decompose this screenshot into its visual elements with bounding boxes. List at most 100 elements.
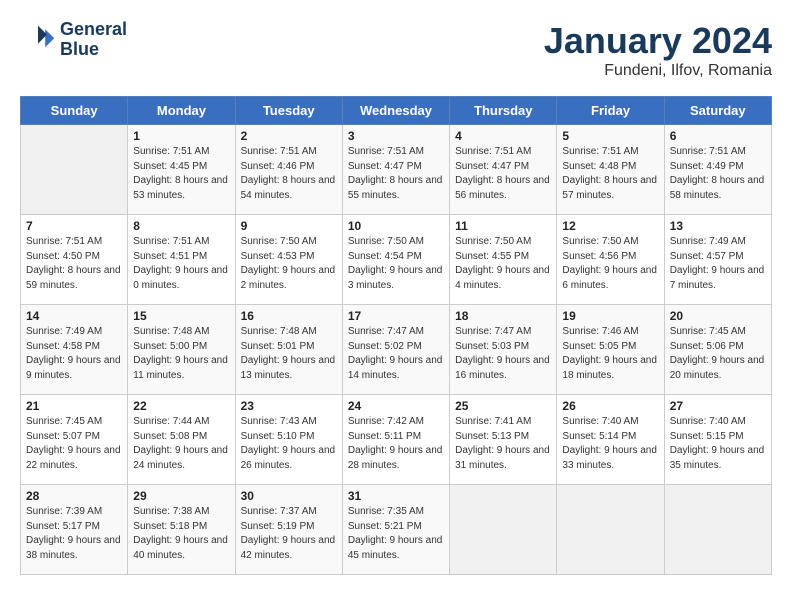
calendar-cell: 10 Sunrise: 7:50 AMSunset: 4:54 PMDayligh…: [342, 215, 449, 305]
day-number: 21: [26, 399, 122, 413]
page-header: General Blue January 2024 Fundeni, Ilfov…: [20, 20, 772, 80]
day-info: Sunrise: 7:51 AMSunset: 4:45 PMDaylight:…: [133, 145, 229, 203]
day-info: Sunrise: 7:51 AMSunset: 4:48 PMDaylight:…: [562, 145, 658, 203]
calendar-cell: 2 Sunrise: 7:51 AMSunset: 4:46 PMDaylight…: [235, 125, 342, 215]
day-number: 17: [348, 309, 444, 323]
day-number: 16: [241, 309, 337, 323]
day-info: Sunrise: 7:44 AMSunset: 5:08 PMDaylight:…: [133, 415, 229, 473]
col-header-sunday: Sunday: [21, 97, 128, 125]
calendar-cell: 14Sunrise: 7:49 AMSunset: 4:58 PMDayligh…: [21, 305, 128, 395]
day-info: Sunrise: 7:37 AMSunset: 5:19 PMDaylight:…: [241, 505, 337, 563]
calendar-cell: 5 Sunrise: 7:51 AMSunset: 4:48 PMDaylight…: [557, 125, 664, 215]
day-info: Sunrise: 7:45 AMSunset: 5:06 PMDaylight:…: [670, 325, 766, 383]
day-info: Sunrise: 7:41 AMSunset: 5:13 PMDaylight:…: [455, 415, 551, 473]
calendar-cell: 27Sunrise: 7:40 AMSunset: 5:15 PMDayligh…: [664, 395, 771, 485]
day-number: 19: [562, 309, 658, 323]
calendar-cell: 16 Sunrise: 7:48 AMSunset: 5:01 PMDayligh…: [235, 305, 342, 395]
day-number: 2: [241, 129, 337, 143]
day-info: Sunrise: 7:51 AMSunset: 4:51 PMDaylight:…: [133, 235, 229, 293]
day-number: 4: [455, 129, 551, 143]
day-number: 12: [562, 219, 658, 233]
day-info: Sunrise: 7:50 AMSunset: 4:54 PMDaylight:…: [348, 235, 444, 293]
day-info: Sunrise: 7:38 AMSunset: 5:18 PMDaylight:…: [133, 505, 229, 563]
title-block: January 2024 Fundeni, Ilfov, Romania: [544, 20, 772, 80]
calendar-cell: 9Sunrise: 7:50 AMSunset: 4:53 PMDaylight…: [235, 215, 342, 305]
calendar-cell: 21 Sunrise: 7:45 AMSunset: 5:07 PMDayligh…: [21, 395, 128, 485]
day-info: Sunrise: 7:49 AMSunset: 4:57 PMDaylight:…: [670, 235, 766, 293]
logo-icon: [20, 22, 56, 58]
day-number: 22: [133, 399, 229, 413]
day-info: Sunrise: 7:46 AMSunset: 5:05 PMDaylight:…: [562, 325, 658, 383]
calendar-cell: 12 Sunrise: 7:50 AMSunset: 4:56 PMDayligh…: [557, 215, 664, 305]
col-header-tuesday: Tuesday: [235, 97, 342, 125]
calendar-cell: 19 Sunrise: 7:46 AMSunset: 5:05 PMDayligh…: [557, 305, 664, 395]
col-header-monday: Monday: [128, 97, 235, 125]
day-number: 10: [348, 219, 444, 233]
day-number: 18: [455, 309, 551, 323]
day-info: Sunrise: 7:48 AMSunset: 5:00 PMDaylight:…: [133, 325, 229, 383]
day-info: Sunrise: 7:35 AMSunset: 5:21 PMDaylight:…: [348, 505, 444, 563]
week-row-5: 28Sunrise: 7:39 AMSunset: 5:17 PMDayligh…: [21, 485, 772, 575]
calendar-cell: 23Sunrise: 7:43 AMSunset: 5:10 PMDayligh…: [235, 395, 342, 485]
day-number: 11: [455, 219, 551, 233]
day-info: Sunrise: 7:51 AMSunset: 4:47 PMDaylight:…: [455, 145, 551, 203]
week-row-4: 21 Sunrise: 7:45 AMSunset: 5:07 PMDayligh…: [21, 395, 772, 485]
calendar-cell: 29 Sunrise: 7:38 AMSunset: 5:18 PMDayligh…: [128, 485, 235, 575]
col-header-wednesday: Wednesday: [342, 97, 449, 125]
day-info: Sunrise: 7:51 AMSunset: 4:46 PMDaylight:…: [241, 145, 337, 203]
calendar-table: SundayMondayTuesdayWednesdayThursdayFrid…: [20, 96, 772, 575]
day-info: Sunrise: 7:45 AMSunset: 5:07 PMDaylight:…: [26, 415, 122, 473]
day-info: Sunrise: 7:51 AMSunset: 4:47 PMDaylight:…: [348, 145, 444, 203]
day-number: 5: [562, 129, 658, 143]
calendar-cell: 24 Sunrise: 7:42 AMSunset: 5:11 PMDayligh…: [342, 395, 449, 485]
logo: General Blue: [20, 20, 127, 60]
logo-text: General Blue: [60, 20, 127, 60]
calendar-cell: 26 Sunrise: 7:40 AMSunset: 5:14 PMDayligh…: [557, 395, 664, 485]
calendar-cell: 28Sunrise: 7:39 AMSunset: 5:17 PMDayligh…: [21, 485, 128, 575]
day-info: Sunrise: 7:50 AMSunset: 4:55 PMDaylight:…: [455, 235, 551, 293]
day-info: Sunrise: 7:40 AMSunset: 5:14 PMDaylight:…: [562, 415, 658, 473]
day-info: Sunrise: 7:40 AMSunset: 5:15 PMDaylight:…: [670, 415, 766, 473]
day-number: 24: [348, 399, 444, 413]
calendar-cell: 11 Sunrise: 7:50 AMSunset: 4:55 PMDayligh…: [450, 215, 557, 305]
col-header-friday: Friday: [557, 97, 664, 125]
day-info: Sunrise: 7:50 AMSunset: 4:56 PMDaylight:…: [562, 235, 658, 293]
day-info: Sunrise: 7:42 AMSunset: 5:11 PMDaylight:…: [348, 415, 444, 473]
day-info: Sunrise: 7:48 AMSunset: 5:01 PMDaylight:…: [241, 325, 337, 383]
day-number: 25: [455, 399, 551, 413]
calendar-cell: 8 Sunrise: 7:51 AMSunset: 4:51 PMDaylight…: [128, 215, 235, 305]
calendar-cell: 30 Sunrise: 7:37 AMSunset: 5:19 PMDayligh…: [235, 485, 342, 575]
calendar-cell: [664, 485, 771, 575]
calendar-cell: [21, 125, 128, 215]
day-number: 8: [133, 219, 229, 233]
calendar-cell: [450, 485, 557, 575]
calendar-cell: 22 Sunrise: 7:44 AMSunset: 5:08 PMDayligh…: [128, 395, 235, 485]
day-info: Sunrise: 7:51 AMSunset: 4:49 PMDaylight:…: [670, 145, 766, 203]
day-number: 30: [241, 489, 337, 503]
calendar-header-row: SundayMondayTuesdayWednesdayThursdayFrid…: [21, 97, 772, 125]
day-number: 15: [133, 309, 229, 323]
day-info: Sunrise: 7:47 AMSunset: 5:02 PMDaylight:…: [348, 325, 444, 383]
week-row-1: 1 Sunrise: 7:51 AMSunset: 4:45 PMDaylight…: [21, 125, 772, 215]
calendar-cell: 7Sunrise: 7:51 AMSunset: 4:50 PMDaylight…: [21, 215, 128, 305]
location-title: Fundeni, Ilfov, Romania: [544, 62, 772, 80]
day-number: 29: [133, 489, 229, 503]
day-number: 20: [670, 309, 766, 323]
day-number: 26: [562, 399, 658, 413]
day-number: 7: [26, 219, 122, 233]
day-info: Sunrise: 7:47 AMSunset: 5:03 PMDaylight:…: [455, 325, 551, 383]
col-header-saturday: Saturday: [664, 97, 771, 125]
calendar-cell: 1 Sunrise: 7:51 AMSunset: 4:45 PMDaylight…: [128, 125, 235, 215]
calendar-cell: 18 Sunrise: 7:47 AMSunset: 5:03 PMDayligh…: [450, 305, 557, 395]
calendar-cell: 20 Sunrise: 7:45 AMSunset: 5:06 PMDayligh…: [664, 305, 771, 395]
day-number: 6: [670, 129, 766, 143]
day-info: Sunrise: 7:49 AMSunset: 4:58 PMDaylight:…: [26, 325, 122, 383]
day-info: Sunrise: 7:39 AMSunset: 5:17 PMDaylight:…: [26, 505, 122, 563]
calendar-cell: 15 Sunrise: 7:48 AMSunset: 5:00 PMDayligh…: [128, 305, 235, 395]
day-number: 1: [133, 129, 229, 143]
calendar-cell: 6 Sunrise: 7:51 AMSunset: 4:49 PMDaylight…: [664, 125, 771, 215]
calendar-cell: 3Sunrise: 7:51 AMSunset: 4:47 PMDaylight…: [342, 125, 449, 215]
calendar-cell: 13Sunrise: 7:49 AMSunset: 4:57 PMDayligh…: [664, 215, 771, 305]
col-header-thursday: Thursday: [450, 97, 557, 125]
day-number: 9: [241, 219, 337, 233]
